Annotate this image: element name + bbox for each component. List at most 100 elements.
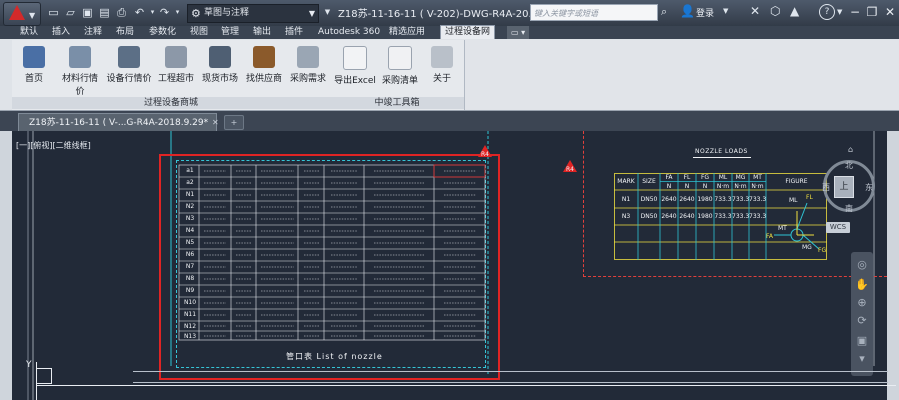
save-as-icon[interactable]: ▤ <box>97 5 112 20</box>
nozzle-list-title: 管口表 List of nozzle <box>286 352 383 361</box>
print-icon[interactable]: ⎙ <box>114 5 129 20</box>
wcs-menu[interactable]: WCS <box>826 222 850 233</box>
ribbon-minimize-button[interactable]: ▭ ▾ <box>507 26 530 39</box>
viewcube-north-label[interactable]: 北 <box>845 160 853 171</box>
table-cell: 2640 <box>679 213 695 220</box>
info-icon[interactable]: ▲ <box>790 4 799 18</box>
nozzle-loads-title: NOZZLE LOADS <box>695 148 748 155</box>
viewport-controls-label[interactable]: [一][俯视][二维线框] <box>16 140 91 151</box>
table-header-mt: MT N·m <box>751 174 764 190</box>
customize-quick-access-icon[interactable]: ▼ <box>320 5 335 20</box>
table-header-ml: ML N·m <box>716 174 730 190</box>
chevron-down-icon[interactable]: ▼ <box>723 7 728 15</box>
spot-market-button[interactable]: 现货市场 <box>198 46 242 84</box>
table-header-mark: MARK <box>617 178 635 185</box>
equipment-price-button[interactable]: 设备行情价 <box>106 46 152 84</box>
document-icon <box>343 46 367 70</box>
purchase-list-button[interactable]: 采购清单 <box>378 46 422 86</box>
book-icon <box>253 46 275 68</box>
user-icon[interactable]: 👤 <box>680 4 695 18</box>
list-item: N7 <box>185 263 195 270</box>
equipment-icon <box>118 46 140 68</box>
restore-icon[interactable]: ❐ <box>864 4 880 20</box>
table-header-fl: FL N <box>683 174 691 190</box>
login-link[interactable]: 登录 <box>696 6 714 19</box>
exchange-apps-icon[interactable]: ✕ <box>750 4 760 18</box>
minimize-icon[interactable]: − <box>847 4 863 20</box>
new-file-icon[interactable]: ▭ <box>46 5 61 20</box>
navbar-menu-icon[interactable]: ▾ <box>855 352 869 366</box>
material-price-button[interactable]: 材料行情价 <box>58 46 102 97</box>
list-item: N5 <box>185 239 195 246</box>
table-cell: 1980 <box>697 196 713 203</box>
nozzle-loads-underline <box>693 157 751 158</box>
open-folder-icon[interactable]: ▱ <box>63 5 78 20</box>
tab-layout[interactable]: 布局 <box>116 26 134 39</box>
tab-annotate[interactable]: 注释 <box>84 26 102 39</box>
viewcube-south-label[interactable]: 南 <box>845 203 853 214</box>
workspace-value: 草图与注释 <box>204 8 250 18</box>
search-icon[interactable]: ⌕ <box>661 5 667 19</box>
purchase-demand-button[interactable]: 采购需求 <box>286 46 330 84</box>
autocad-logo-icon <box>9 5 25 20</box>
engineering-market-label: 工程超市 <box>157 74 194 84</box>
application-menu-button[interactable]: ▼ <box>3 2 41 26</box>
find-supplier-label: 找供应商 <box>245 74 282 84</box>
find-supplier-button[interactable]: 找供应商 <box>242 46 286 84</box>
tab-featured-apps[interactable]: 精选应用 <box>389 26 425 39</box>
document-tab[interactable]: Z18苏-11-16-11 ( V-...G-R4A-2018.9.29* <box>18 113 218 132</box>
help-icon[interactable]: ? <box>819 4 835 20</box>
table-cell: 733.3 <box>732 213 750 220</box>
clipboard-icon <box>388 46 412 70</box>
redo-dropdown-icon[interactable]: ▾ <box>170 5 185 20</box>
engineering-market-button[interactable]: 工程超市 <box>154 46 198 84</box>
table-header-figure: FIGURE <box>785 178 808 185</box>
list-item: a2 <box>186 179 194 186</box>
pan-icon[interactable]: ✋ <box>855 278 869 292</box>
zoom-icon[interactable]: ⊕ <box>855 296 869 310</box>
save-icon[interactable]: ▣ <box>80 5 95 20</box>
tab-autodesk-360[interactable]: Autodesk 360 <box>318 26 380 39</box>
home-button[interactable]: 首页 <box>14 46 54 84</box>
about-label: 关于 <box>432 74 451 84</box>
export-excel-button[interactable]: 导出Excel <box>332 46 378 86</box>
tab-parametric[interactable]: 参数化 <box>149 26 176 39</box>
about-button[interactable]: 关于 <box>422 46 462 84</box>
tab-default[interactable]: 默认 <box>20 26 38 39</box>
list-item: N1 <box>185 191 195 198</box>
search-input[interactable]: 键入关键字或短语 <box>530 4 658 21</box>
a360-icon[interactable]: ⬡ <box>770 4 780 18</box>
canvas-right-border <box>887 131 899 400</box>
material-price-label: 材料行情价 <box>61 74 98 97</box>
list-item: N9 <box>185 287 195 294</box>
viewcube-top-face[interactable]: 上 <box>834 176 854 198</box>
new-tab-button[interactable]: + <box>224 115 244 130</box>
export-excel-label: 导出Excel <box>334 76 376 86</box>
viewcube-west-label[interactable]: 西 <box>822 182 830 193</box>
tab-output[interactable]: 输出 <box>253 26 271 39</box>
revision-marker-label: R4 <box>566 166 574 173</box>
ucs-y-label: Y <box>26 360 32 370</box>
list-item: N11 <box>183 311 197 318</box>
close-tab-icon[interactable]: ✕ <box>212 118 219 127</box>
tab-process-equipment[interactable]: 过程设备网 <box>440 25 496 40</box>
orbit-icon[interactable]: ⟳ <box>855 314 869 328</box>
tab-insert[interactable]: 插入 <box>52 26 70 39</box>
revision-marker-label: R4 <box>481 151 489 158</box>
tab-manage[interactable]: 管理 <box>221 26 239 39</box>
figure-label-mg: MG <box>802 244 812 251</box>
full-navigation-wheel-icon[interactable]: ◎ <box>855 258 869 272</box>
tab-view[interactable]: 视图 <box>190 26 208 39</box>
viewcube-east-label[interactable]: 东 <box>865 182 873 193</box>
purchase-demand-label: 采购需求 <box>289 74 326 84</box>
chevron-down-icon[interactable]: ▼ <box>837 8 842 16</box>
close-icon[interactable]: ✕ <box>882 4 898 20</box>
tab-plugins[interactable]: 插件 <box>285 26 303 39</box>
shopping-cart-icon <box>165 46 187 68</box>
figure-label-fl: FL <box>806 194 813 201</box>
ribbon-empty-area <box>465 40 899 110</box>
ribbon-tab-bar: 默认 插入 注释 布局 参数化 视图 管理 输出 插件 Autodesk 360… <box>0 25 899 40</box>
showmotion-icon[interactable]: ▣ <box>855 334 869 348</box>
workspace-dropdown[interactable]: ⚙ 草图与注释 ▼ <box>187 4 319 23</box>
home-view-icon[interactable]: ⌂ <box>848 145 853 154</box>
